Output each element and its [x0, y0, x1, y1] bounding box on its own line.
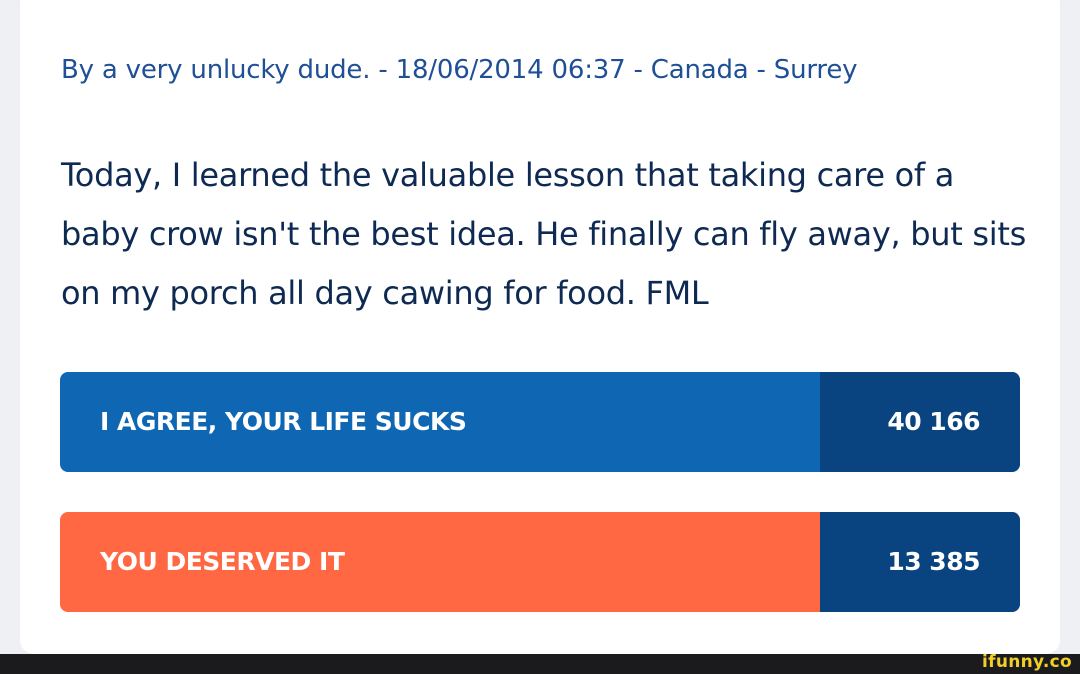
deserved-vote-label: YOU DESERVED IT	[100, 547, 345, 576]
agree-vote-count: 40 166	[887, 407, 980, 436]
post-text: Today, I learned the valuable lesson tha…	[61, 156, 1026, 312]
agree-vote-button[interactable]: I AGREE, YOUR LIFE SUCKS 40 166	[60, 372, 1020, 472]
agree-vote-label: I AGREE, YOUR LIFE SUCKS	[100, 407, 467, 436]
footer-bar: ifunny.co	[0, 652, 1080, 674]
ifunny-watermark: ifunny.co	[982, 652, 1072, 672]
deserved-vote-count: 13 385	[887, 547, 980, 576]
deserved-count-box: 13 385	[820, 512, 1020, 612]
agree-count-box: 40 166	[820, 372, 1020, 472]
deserved-vote-button[interactable]: YOU DESERVED IT 13 385	[60, 512, 1020, 612]
post-meta: By a very unlucky dude. - 18/06/2014 06:…	[61, 55, 858, 85]
